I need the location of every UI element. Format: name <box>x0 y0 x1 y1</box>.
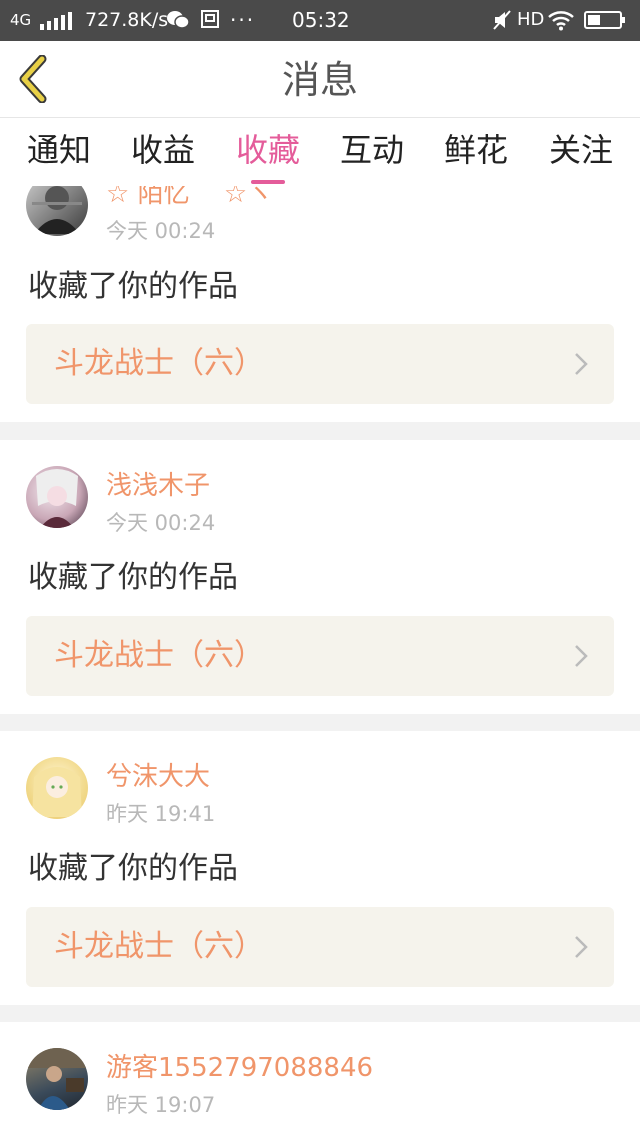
chevron-right-icon <box>575 645 588 667</box>
timestamp: 今天 00:24 <box>106 511 216 535</box>
tab-earnings[interactable]: 收益 <box>118 128 208 172</box>
message-card: 游客1552797088846 昨天 19:07 <box>0 1022 640 1138</box>
work-link[interactable]: 斗龙战士（六） <box>26 907 614 987</box>
hd-indicator: HD <box>517 9 545 30</box>
battery-icon <box>584 11 625 29</box>
tab-flowers[interactable]: 鲜花 <box>431 128 521 172</box>
page-title: 消息 <box>281 58 358 102</box>
timestamp: 昨天 19:07 <box>106 1093 216 1117</box>
chevron-right-icon <box>575 936 588 958</box>
avatar[interactable] <box>26 1048 88 1110</box>
username[interactable]: ☆ 陌忆 ゛☆ヽ <box>106 186 273 210</box>
timestamp: 昨天 19:41 <box>106 802 216 826</box>
message-card: 浅浅木子 今天 00:24 收藏了你的作品 斗龙战士（六） <box>0 440 640 714</box>
tab-favorites[interactable]: 收藏 <box>223 128 313 184</box>
tab-follows[interactable]: 关注 <box>536 128 626 172</box>
network-speed: 727.8K/s <box>85 9 169 31</box>
mute-icon <box>493 10 511 30</box>
username[interactable]: 兮沫大大 <box>106 761 210 793</box>
tab-interactions[interactable]: 互动 <box>327 128 417 172</box>
active-tab-indicator <box>251 180 285 184</box>
timestamp: 今天 00:24 <box>106 219 216 243</box>
action-text: 收藏了你的作品 <box>28 560 238 595</box>
action-text: 收藏了你的作品 <box>28 269 238 304</box>
screenshot-icon <box>201 10 219 28</box>
work-title: 斗龙战士（六） <box>54 638 264 673</box>
username[interactable]: 浅浅木子 <box>106 470 210 502</box>
username[interactable]: 游客1552797088846 <box>106 1052 373 1084</box>
work-title: 斗龙战士（六） <box>54 929 264 964</box>
clock: 05:32 <box>292 8 350 32</box>
message-card: 兮沫大大 昨天 19:41 收藏了你的作品 斗龙战士（六） <box>0 731 640 1005</box>
network-type: 4G <box>10 11 32 29</box>
more-notifications-icon: ··· <box>230 8 256 32</box>
status-bar: 4G 727.8K/s ··· 05:32 HD <box>0 0 640 41</box>
action-text: 收藏了你的作品 <box>28 851 238 886</box>
tab-favorites-label: 收藏 <box>235 131 300 169</box>
tab-bar: 通知 收益 收藏 互动 鲜花 关注 <box>0 118 640 186</box>
message-card: ☆ 陌忆 ゛☆ヽ 今天 00:24 收藏了你的作品 斗龙战士（六） <box>0 186 640 422</box>
work-link[interactable]: 斗龙战士（六） <box>26 616 614 696</box>
wechat-icon <box>167 11 190 29</box>
avatar[interactable] <box>26 466 88 528</box>
wifi-icon <box>548 11 574 31</box>
work-link[interactable]: 斗龙战士（六） <box>26 324 614 404</box>
header: 消息 <box>0 41 640 118</box>
chevron-right-icon <box>575 353 588 375</box>
work-title: 斗龙战士（六） <box>54 346 264 381</box>
tab-notifications[interactable]: 通知 <box>14 128 104 172</box>
avatar[interactable] <box>26 757 88 819</box>
signal-icon <box>40 12 72 30</box>
avatar[interactable] <box>26 186 88 236</box>
